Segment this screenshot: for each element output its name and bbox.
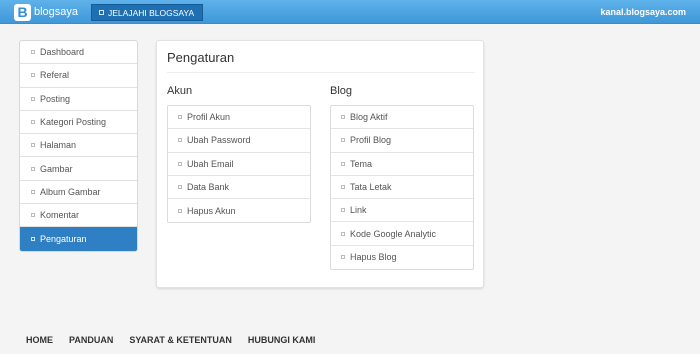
sidebar-item-komentar[interactable]: Komentar [20, 204, 137, 228]
blog-heading: Blog [330, 85, 353, 97]
footer-link-home[interactable]: HOME [26, 335, 53, 345]
explore-button-label: JELAJAHI BLOGSAYA [108, 7, 195, 18]
blog-domain[interactable]: kanal.blogsaya.com [600, 7, 686, 17]
akun-heading: Akun [167, 85, 193, 97]
sidebar-item-label: Komentar [40, 210, 80, 221]
sidebar-item-pengaturan[interactable]: Pengaturan [20, 227, 137, 251]
settings-link-label: Link [350, 205, 367, 216]
page-title: Pengaturan [167, 50, 235, 65]
settings-link-label: Ubah Password [187, 135, 251, 146]
settings-panel: Pengaturan Akun Profil Akun Ubah Passwor… [156, 40, 484, 288]
bullet-icon [31, 143, 35, 148]
sidebar-item-referal[interactable]: Referal [20, 64, 137, 88]
explore-button[interactable]: JELAJAHI BLOGSAYA [91, 4, 203, 21]
footer-nav: HOME PANDUAN SYARAT & KETENTUAN HUBUNGI … [26, 335, 331, 345]
settings-link-label: Hapus Blog [350, 252, 397, 263]
bullet-icon [341, 185, 345, 190]
settings-link-label: Data Bank [187, 182, 230, 193]
bullet-icon [341, 231, 345, 236]
bullet-icon [341, 255, 345, 260]
bullet-icon [31, 166, 35, 171]
sidebar-item-label: Gambar [40, 163, 73, 174]
footer-link-hubungi-kami[interactable]: HUBUNGI KAMI [248, 335, 316, 345]
top-bar: B blogsaya JELAJAHI BLOGSAYA kanal.blogs… [0, 0, 700, 24]
logo-mark: B [14, 3, 31, 21]
settings-link-label: Hapus Akun [187, 205, 236, 216]
sidebar-item-album-gambar[interactable]: Album Gambar [20, 181, 137, 205]
settings-link-blog-aktif[interactable]: Blog Aktif [331, 106, 473, 130]
settings-link-label: Kode Google Analytic [350, 228, 437, 239]
logo[interactable]: B blogsaya [14, 3, 78, 21]
bullet-icon [31, 213, 35, 218]
sidebar-item-posting[interactable]: Posting [20, 88, 137, 111]
bullet-icon [31, 237, 35, 242]
bullet-icon [178, 208, 182, 213]
sidebar-item-dashboard[interactable]: Dashboard [20, 41, 137, 65]
bullet-icon [31, 120, 35, 125]
bullet-icon [341, 115, 345, 120]
sidebar-item-label: Posting [40, 93, 71, 104]
settings-link-ubah-email[interactable]: Ubah Email [168, 153, 310, 176]
settings-link-label: Ubah Email [187, 158, 234, 169]
footer-link-panduan[interactable]: PANDUAN [69, 335, 113, 345]
bullet-icon [178, 161, 182, 166]
sidebar-item-label: Dashboard [40, 47, 85, 58]
akun-list: Profil Akun Ubah Password Ubah Email Dat… [167, 105, 311, 224]
bullet-icon [31, 96, 35, 101]
settings-link-data-bank[interactable]: Data Bank [168, 176, 310, 200]
settings-link-label: Tata Letak [350, 182, 392, 193]
bullet-icon [31, 73, 35, 78]
settings-link-label: Tema [350, 158, 373, 169]
square-icon [99, 10, 104, 15]
blog-list: Blog Aktif Profil Blog Tema Tata Letak L… [330, 105, 474, 271]
bullet-icon [178, 185, 182, 190]
settings-link-tema[interactable]: Tema [331, 153, 473, 176]
settings-link-label: Blog Aktif [350, 112, 388, 123]
logo-text: blogsaya [34, 6, 79, 18]
settings-link-link[interactable]: Link [331, 199, 473, 223]
settings-link-tata-letak[interactable]: Tata Letak [331, 176, 473, 200]
sidebar-item-gambar[interactable]: Gambar [20, 157, 137, 181]
settings-link-profil-akun[interactable]: Profil Akun [168, 106, 310, 130]
sidebar-item-label: Halaman [40, 140, 77, 151]
bullet-icon [31, 189, 35, 194]
settings-link-profil-blog[interactable]: Profil Blog [331, 129, 473, 153]
sidebar-item-label: Referal [40, 70, 70, 81]
settings-link-ubah-password[interactable]: Ubah Password [168, 129, 310, 153]
sidebar-item-kategori-posting[interactable]: Kategori Posting [20, 111, 137, 135]
sidebar-item-halaman[interactable]: Halaman [20, 134, 137, 158]
settings-link-hapus-akun[interactable]: Hapus Akun [168, 199, 310, 222]
settings-link-kode-google-analytic[interactable]: Kode Google Analytic [331, 222, 473, 246]
settings-link-label: Profil Blog [350, 135, 392, 146]
bullet-icon [341, 138, 345, 143]
sidebar-item-label: Kategori Posting [40, 117, 107, 128]
divider [167, 72, 475, 73]
bullet-icon [178, 138, 182, 143]
bullet-icon [341, 161, 345, 166]
bullet-icon [178, 115, 182, 120]
footer-link-syarat-ketentuan[interactable]: SYARAT & KETENTUAN [129, 335, 232, 345]
settings-link-label: Profil Akun [187, 112, 231, 123]
sidebar-menu: Dashboard Referal Posting Kategori Posti… [19, 40, 138, 252]
sidebar-item-label: Album Gambar [40, 186, 101, 197]
bullet-icon [31, 50, 35, 55]
bullet-icon [341, 208, 345, 213]
settings-link-hapus-blog[interactable]: Hapus Blog [331, 246, 473, 269]
sidebar-item-label: Pengaturan [40, 234, 87, 245]
